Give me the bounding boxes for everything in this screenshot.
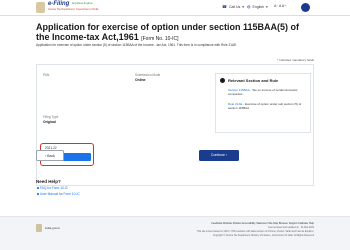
footer-copyright: Copyright © Income Tax Department, Minis… [212,235,314,237]
efiling-logo[interactable]: e-Filing Anywhere Anytime Income Tax Dep… [48,1,108,15]
footer-updated: Last reviewed and updated on : 31-Mar-20… [268,227,314,229]
logo-title: e-Filing [48,1,70,7]
pan-label: PAN [43,73,50,77]
logo-tagline: Anywhere Anytime [72,2,93,5]
page-description: Application for exercise of option under… [36,43,238,47]
footer: india.gov.in Feedback Website Policies A… [0,216,350,250]
filing-type-label: Filing Type [43,115,59,119]
relevant-title: Relevant Section and Rule [228,78,279,83]
continue-button-label: Continue › [210,153,228,157]
relevant-item: Rule 21AE - Exercise of option under sub… [228,102,308,110]
chevron-down-icon: ▾ [242,4,245,9]
call-us-link[interactable]: ☎ Call Us ▾ [222,4,244,9]
font-size-label: A⁻ A A⁺ [274,4,287,8]
language-select[interactable]: ◍ English ▾ [247,4,268,9]
back-button[interactable]: ‹ Back [36,150,64,161]
india-gov-logo[interactable]: india.gov.in [45,226,60,230]
language-label: English [252,4,264,9]
continue-button[interactable]: Continue › [199,150,239,161]
footer-browser-note: This site is best viewed in 1024 × 768 r… [196,231,314,233]
submission-mode-label: Submission Mode [135,73,161,77]
help-title: Need Help? [36,179,61,184]
globe-icon: ◍ [247,4,251,9]
page-title: Application for exercise of option under… [36,22,306,44]
back-button-label: ‹ Back [45,154,55,158]
mandatory-note: * Indicates mandatory fields [277,58,314,62]
chevron-down-icon: ▾ [265,4,268,9]
font-size-controls[interactable]: A⁻ A A⁺ [274,4,286,8]
submission-mode-value: Online [135,78,146,82]
top-bar: e-Filing Anywhere Anytime Income Tax Dep… [0,0,350,16]
phone-icon: ☎ [222,4,227,9]
gov-emblem-icon [36,224,42,232]
form-card: PAN Submission Mode Online Filing Type O… [36,64,314,186]
user-manual-link[interactable]: User Manual for Form 10-IC [37,192,80,196]
call-us-label: Call Us [228,4,241,9]
info-icon [220,78,225,83]
main-content: Application for exercise of option under… [36,16,314,206]
relevant-item: Section 115BAA - Tax on income of certai… [228,88,308,96]
user-avatar-icon[interactable] [301,3,310,12]
filing-type-value: Original [43,120,56,124]
faq-link[interactable]: FAQ for Form 10-IC [37,186,68,190]
footer-links[interactable]: Feedback Website Policies Accessibility … [114,222,314,225]
relevant-section-panel: Relevant Section and Rule Section 115BAA… [215,73,311,133]
logo-dept: Income Tax Department, Government of Ind… [48,8,99,11]
form-ref: [Form No. 10-IC] [141,36,179,42]
emblem-icon [36,2,45,13]
